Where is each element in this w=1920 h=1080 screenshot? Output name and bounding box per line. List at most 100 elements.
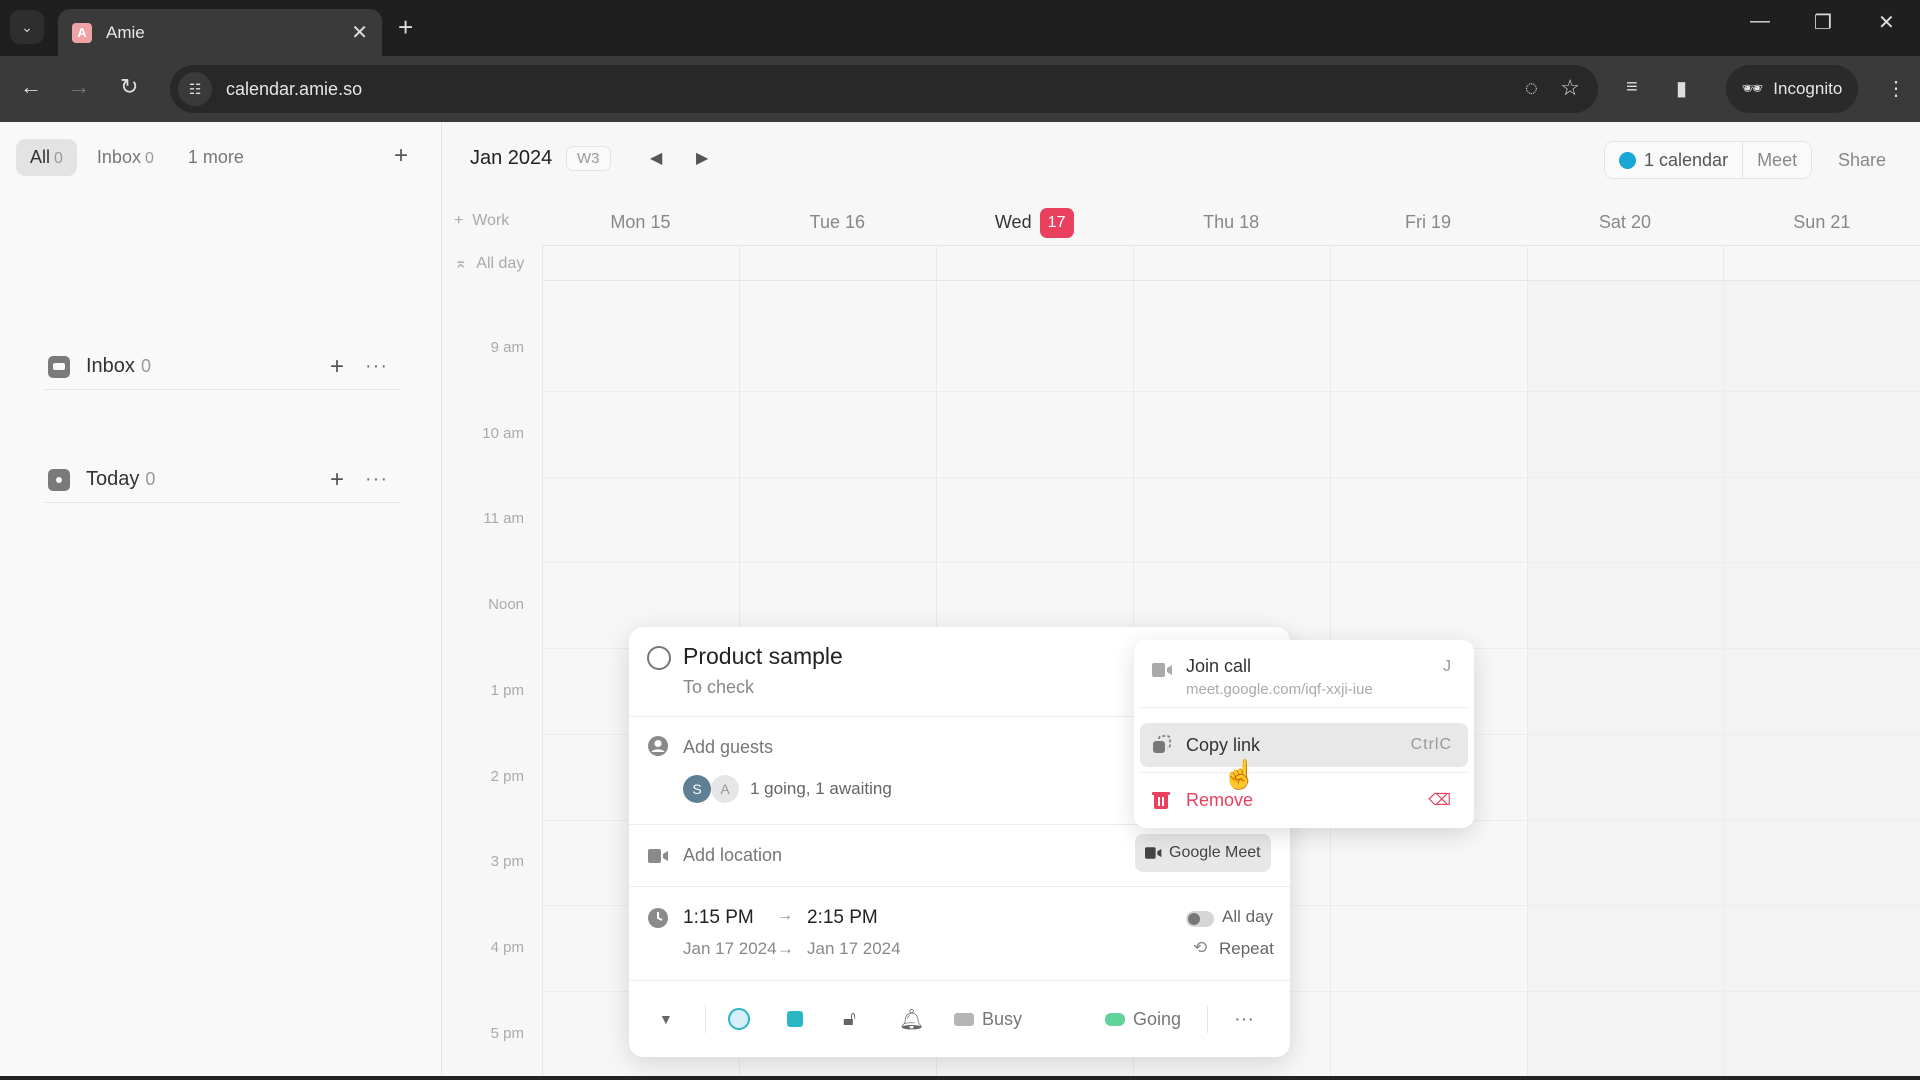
work-label[interactable]: + Work xyxy=(454,212,509,230)
site-settings-icon[interactable]: ☷ xyxy=(178,72,212,106)
tab-search-button[interactable]: ⌄ xyxy=(10,10,44,44)
color-picker-button[interactable] xyxy=(728,981,750,1057)
allday-row-label[interactable]: ⌅ All day xyxy=(454,253,524,273)
end-date[interactable]: Jan 17 2024 xyxy=(807,939,901,959)
end-time[interactable]: 2:15 PM xyxy=(807,907,878,929)
busy-label: Busy xyxy=(982,1008,1023,1029)
video-icon xyxy=(1152,663,1172,677)
arrow-right-icon: → xyxy=(777,907,793,924)
browser-tab[interactable]: A Amie ✕ xyxy=(58,9,382,56)
weekend-column[interactable] xyxy=(1723,281,1920,1080)
unlock-icon[interactable]: 🔓︎ xyxy=(843,981,856,1057)
forward-icon[interactable]: → xyxy=(68,74,90,100)
allday-label[interactable]: All day xyxy=(1222,907,1273,927)
calendar-select-button[interactable] xyxy=(787,981,803,1057)
going-indicator xyxy=(1105,1012,1125,1026)
next-week-icon[interactable]: ▶ xyxy=(696,148,708,168)
hour-label: 5 pm xyxy=(490,1024,524,1042)
add-icon[interactable]: + xyxy=(330,466,344,494)
menu-item-label: Join call xyxy=(1186,656,1252,676)
filter-tab-all[interactable]: All 0 xyxy=(16,139,77,176)
meet-button[interactable]: Meet xyxy=(1742,142,1811,178)
back-icon[interactable]: ← xyxy=(20,74,42,100)
calendar-color-dot xyxy=(1619,151,1636,169)
meet-link-url: meet.google.com/iqf-xxji-iue xyxy=(1186,681,1373,698)
day-header[interactable]: Thu 18 xyxy=(1133,200,1330,245)
sidebar-section-inbox[interactable]: Inbox 0 + ··· xyxy=(44,344,400,390)
start-time[interactable]: 1:15 PM xyxy=(683,907,754,929)
complete-checkbox[interactable] xyxy=(647,646,671,670)
tab-strip: ⌄ A Amie ✕ + — ❐ ✕ xyxy=(0,0,1920,56)
shortcut-hint: J xyxy=(1443,658,1452,675)
close-window-icon[interactable]: ✕ xyxy=(1878,10,1895,35)
google-meet-button[interactable]: Google Meet xyxy=(1135,834,1271,872)
hour-label: 1 pm xyxy=(490,681,524,699)
day-header[interactable]: Fri 19 xyxy=(1330,200,1527,245)
more-icon[interactable]: ··· xyxy=(365,468,388,491)
url-text[interactable]: calendar.amie.so xyxy=(226,79,362,100)
incognito-badge[interactable]: 🕶 Incognito xyxy=(1726,65,1858,113)
star-icon[interactable]: ☆ xyxy=(1560,75,1580,101)
trash-icon xyxy=(1152,792,1170,809)
guest-avatar[interactable]: A xyxy=(711,775,739,803)
menu-item-join-call[interactable]: Join call meet.google.com/iqf-xxji-iue J xyxy=(1140,648,1468,708)
media-icon[interactable]: ≡ xyxy=(1626,76,1638,99)
calendars-button[interactable]: 1 calendar xyxy=(1605,142,1742,178)
busy-button[interactable]: Busy xyxy=(954,981,1022,1057)
restore-icon[interactable]: ❐ xyxy=(1814,10,1832,35)
day-header[interactable]: Wed 17 xyxy=(936,200,1133,245)
day-date: 20 xyxy=(1630,212,1651,232)
add-icon[interactable]: + xyxy=(330,353,344,381)
filter-tab-inbox[interactable]: Inbox 0 xyxy=(83,139,168,176)
filter-tab-count: 0 xyxy=(54,150,63,167)
filter-tab-more[interactable]: 1 more xyxy=(174,139,258,176)
add-guests-input[interactable]: Add guests xyxy=(683,737,773,758)
day-header[interactable]: Sun 21 xyxy=(1723,200,1920,245)
shortcut-hint: CtrlC xyxy=(1410,736,1452,753)
filter-tab-label: All xyxy=(30,147,51,167)
eye-off-icon[interactable]: ◌ xyxy=(1525,75,1538,101)
weekend-column[interactable] xyxy=(1526,281,1724,1080)
menu-item-copy-link[interactable]: Copy link CtrlC xyxy=(1140,723,1468,767)
repeat-button[interactable]: Repeat xyxy=(1219,939,1274,959)
collapse-icon: ⌅ xyxy=(454,255,477,272)
new-tab-button[interactable]: + xyxy=(398,12,413,43)
more-icon[interactable]: ··· xyxy=(365,355,388,378)
allday-toggle[interactable] xyxy=(1186,911,1214,927)
guest-avatar[interactable]: S xyxy=(683,775,711,803)
share-button[interactable]: Share xyxy=(1838,150,1886,171)
going-button[interactable]: Going xyxy=(1105,981,1181,1057)
prev-week-icon[interactable]: ◀ xyxy=(650,148,662,168)
reload-icon[interactable]: ↻ xyxy=(120,74,138,100)
minimize-icon[interactable]: — xyxy=(1750,10,1770,33)
start-date[interactable]: Jan 17 2024 xyxy=(683,939,777,959)
filter-tabs: All 0 Inbox 0 1 more xyxy=(16,139,258,176)
expand-caret-icon[interactable]: ▼ xyxy=(659,981,673,1057)
day-name: Wed xyxy=(994,212,1032,232)
section-title: Today xyxy=(86,468,140,490)
side-panel-icon[interactable]: ▮ xyxy=(1676,76,1687,101)
calendars-label: 1 calendar xyxy=(1644,149,1729,170)
add-location-input[interactable]: Add location xyxy=(683,845,782,866)
plus-icon: + xyxy=(454,212,473,229)
day-date: 21 xyxy=(1830,212,1851,232)
day-header[interactable]: Mon 15 xyxy=(542,200,739,245)
day-date: 19 xyxy=(1431,212,1452,232)
menu-item-remove[interactable]: Remove ⌫ xyxy=(1140,778,1468,822)
sidebar-section-today[interactable]: Today 0 + ··· xyxy=(44,457,400,503)
address-bar[interactable]: ☷ calendar.amie.so ◌ ☆ xyxy=(170,65,1598,113)
add-filter-button[interactable]: + xyxy=(394,142,408,170)
day-name: Fri xyxy=(1405,212,1427,232)
event-subtitle[interactable]: To check xyxy=(683,677,754,698)
day-header[interactable]: Tue 16 xyxy=(739,200,936,245)
browser-toolbar: ← → ↻ ☷ calendar.amie.so ◌ ☆ ≡ ▮ 🕶 Incog… xyxy=(0,56,1920,122)
day-header[interactable]: Sat 20 xyxy=(1527,200,1724,245)
hand-cursor-icon: ☝ xyxy=(1222,759,1257,790)
bell-icon[interactable]: 🔔︎ xyxy=(899,981,924,1057)
menu-kebab-icon[interactable]: ⋮ xyxy=(1886,76,1906,101)
close-tab-icon[interactable]: ✕ xyxy=(351,20,368,45)
day-column-divider xyxy=(1526,245,1528,1080)
event-title[interactable]: Product sample xyxy=(683,643,843,670)
section-title: Inbox xyxy=(86,355,135,377)
more-options-icon[interactable]: ··· xyxy=(1234,981,1254,1057)
